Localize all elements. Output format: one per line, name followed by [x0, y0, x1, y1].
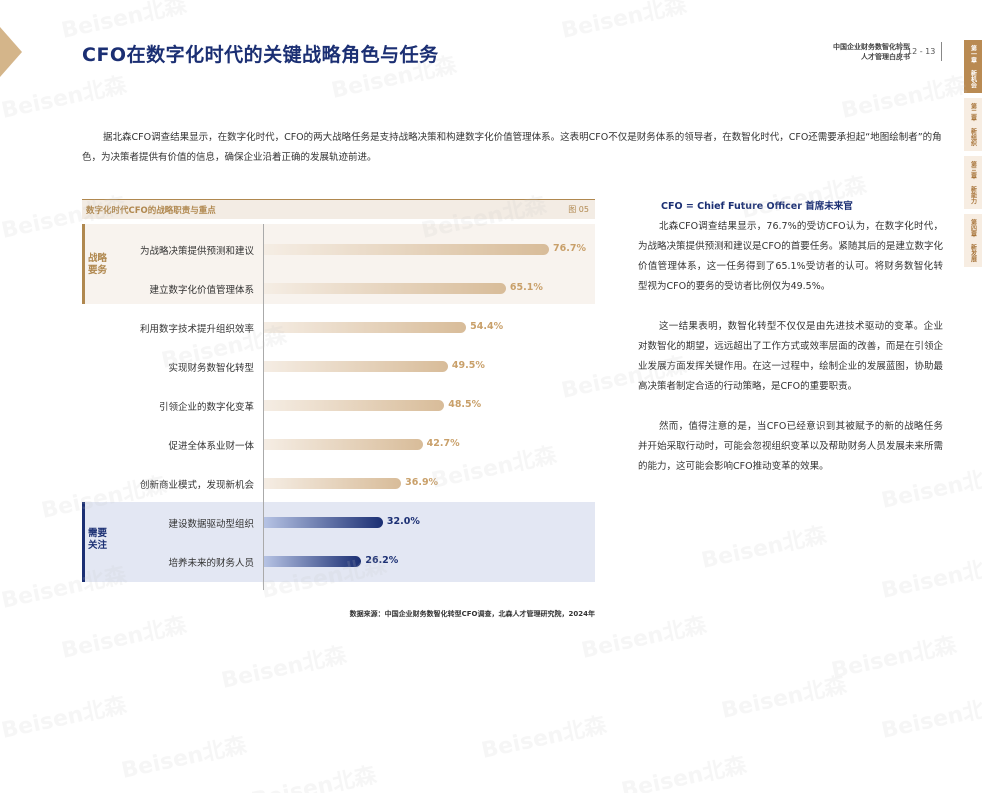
watermark: Beisen北森: [879, 553, 982, 604]
page-title: CFO在数字化时代的关键战略角色与任务: [82, 44, 439, 66]
bar-label: 利用数字技术提升组织效率: [139, 324, 254, 335]
watermark: Beisen北森: [59, 0, 189, 44]
chart-figure-label: 图 05: [568, 205, 589, 214]
bar-value-label: 26.2%: [365, 555, 399, 566]
bar-label: 引领企业的数字化变革: [158, 402, 254, 413]
chapter-tab-2[interactable]: 第二章 新组织: [964, 98, 982, 151]
chart-header: 数字化时代CFO的战略职责与重点 图 05: [82, 199, 595, 219]
bar-value-label: 48.5%: [448, 399, 482, 410]
bar-label: 实现财务数智化转型: [168, 363, 254, 374]
chapter-tab-3[interactable]: 第三章 新能力: [964, 156, 982, 209]
attention-group-label: 需要关注: [88, 528, 108, 551]
watermark: Beisen北森: [619, 753, 749, 793]
chapter-tabs: 第一章 新机会 第二章 新组织 第三章 新能力 第四章 新发展: [964, 40, 982, 272]
corner-tab-triangle: [0, 27, 22, 77]
watermark: Beisen北森: [879, 693, 982, 744]
watermark: Beisen北森: [839, 73, 969, 124]
page-numbers: 12 - 13: [900, 42, 943, 61]
bar-label: 促进全体系业财一体: [168, 441, 254, 452]
bar-value-label: 36.9%: [405, 477, 439, 488]
watermark: Beisen北森: [249, 763, 379, 793]
bar-value-label: 49.5%: [451, 360, 485, 371]
bar: [264, 439, 423, 450]
watermark: Beisen北森: [559, 0, 689, 44]
right-paragraph-1: 北森CFO调查结果显示，76.7%的受访CFO认为，在数字化时代，为战略决策提供…: [638, 221, 943, 292]
watermark: Beisen北森: [119, 733, 249, 784]
bar: [264, 556, 362, 567]
bar: [264, 361, 448, 372]
bar: [264, 244, 549, 255]
bar: [264, 400, 445, 411]
chapter-tab-4[interactable]: 第四章 新发展: [964, 214, 982, 267]
chapter-tab-1[interactable]: 第一章 新机会: [964, 40, 982, 93]
bar: [264, 478, 402, 489]
bar-value-label: 54.4%: [470, 321, 504, 332]
data-source: 数据来源：中国企业财务数智化转型CFO调查，北森人才管理研究院，2024年: [349, 610, 595, 618]
chart-title: 数字化时代CFO的战略职责与重点: [86, 206, 216, 216]
bar: [264, 283, 506, 294]
watermark: Beisen北森: [829, 633, 959, 684]
right-column: CFO = Chief Future Officer 首席未来官 北森CFO调查…: [638, 197, 943, 497]
report-title-line2: 人才管理白皮书: [861, 53, 910, 61]
right-heading: CFO = Chief Future Officer 首席未来官: [661, 201, 853, 212]
intro-paragraph: 据北森CFO调查结果显示，在数字化时代，CFO的两大战略任务是支持战略决策和构建…: [82, 132, 942, 163]
bar-value-label: 65.1%: [509, 282, 543, 293]
bar-value-label: 32.0%: [386, 516, 420, 527]
bar-label: 建立数字化价值管理体系: [149, 285, 254, 296]
bar-label: 为战略决策提供预测和建议: [139, 246, 254, 257]
bar-label: 创新商业模式，发现新机会: [139, 480, 254, 491]
bar-label: 建设数据驱动型组织: [168, 519, 254, 530]
watermark: Beisen北森: [219, 643, 349, 694]
bar-value-label: 76.7%: [553, 243, 586, 254]
bar-value-label: 42.7%: [426, 438, 460, 449]
watermark: Beisen北森: [719, 673, 849, 724]
watermark: Beisen北森: [699, 523, 829, 574]
attention-group-band: [82, 502, 595, 582]
watermark: Beisen北森: [0, 693, 129, 744]
right-paragraph-2: 这一结果表明，数智化转型不仅仅是由先进技术驱动的变革。企业对数智化的期望，远远超…: [638, 321, 943, 392]
report-title-line1: 中国企业财务数智化转型: [833, 43, 910, 51]
bar: [264, 517, 383, 528]
bar-label: 培养未来的财务人员: [168, 558, 254, 569]
watermark: Beisen北森: [479, 713, 609, 764]
bar: [264, 322, 467, 333]
watermark: Beisen北森: [579, 613, 709, 664]
strategic-group-label: 战略要务: [88, 253, 108, 276]
right-paragraph-3: 然而，值得注意的是，当CFO已经意识到其被赋予的新的战略任务并开始采取行动时，可…: [638, 421, 943, 472]
report-title: 中国企业财务数智化转型 人才管理白皮书: [833, 42, 910, 62]
